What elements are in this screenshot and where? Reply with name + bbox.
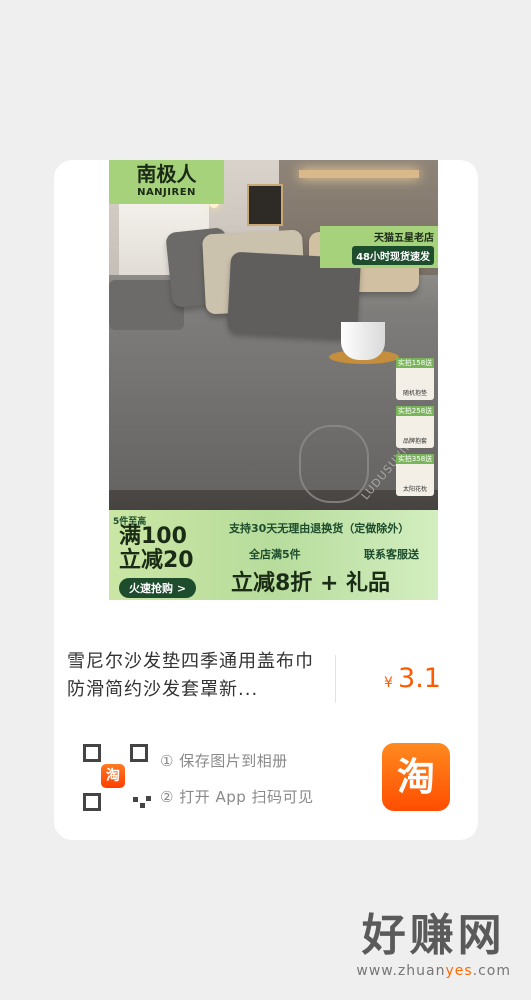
- taobao-logo-icon: 淘: [101, 764, 125, 788]
- watermark-url-highlight: yes: [445, 963, 473, 979]
- brand-logo: 南极人 NANJIREN: [109, 160, 224, 204]
- gift-name: 品牌抱套: [402, 438, 427, 445]
- divider: [335, 655, 336, 703]
- watermark-url-post: .com: [472, 963, 511, 979]
- promo-headline: 立减8折 + 礼品: [231, 571, 391, 596]
- product-share-card: LUDUSUVINN 南极人 NANJIREN 天猫五星老店 48小时现货速发 …: [54, 160, 478, 840]
- qr-finder: [130, 744, 148, 762]
- coffee-cup: [341, 322, 385, 360]
- gift-tag: 实拍358送: [396, 454, 434, 464]
- promo-banner: 5件至高 满100 立减20 火速抢购 > 支持30天无理由退换货（定做除外） …: [109, 510, 438, 600]
- promo-discount: 立减20: [119, 548, 194, 573]
- taobao-app-button[interactable]: 淘: [382, 743, 450, 811]
- photo-shelf: [299, 170, 419, 178]
- gift-name: 太阳花枕: [402, 486, 427, 493]
- qr-finder: [83, 793, 101, 811]
- price-currency: ¥: [384, 675, 393, 691]
- store-badge-label: 天猫五星老店: [374, 233, 434, 244]
- gift-item: 实拍358送 太阳花枕: [396, 454, 434, 496]
- qr-module: [140, 803, 145, 808]
- gift-tag: 实拍158送: [396, 358, 434, 368]
- watermark-logo: 好赚网: [361, 910, 506, 961]
- photo-frame: [247, 184, 283, 226]
- watermark: 好赚网 www.zhuanyes.com: [356, 910, 511, 980]
- watermark-url-pre: www.zhuan: [356, 963, 446, 979]
- store-badge: 天猫五星老店 48小时现货速发: [320, 226, 438, 268]
- qr-module: [133, 797, 138, 802]
- product-title[interactable]: 雪尼尔沙发垫四季通用盖布巾防滑简约沙发套罩新...: [67, 648, 322, 704]
- gift-item: 实拍158送 随机抱垫: [396, 358, 434, 400]
- gift-item: 实拍258送 品牌抱套: [396, 406, 434, 448]
- step-open-app: ② 打开 App 扫码可见: [160, 788, 314, 806]
- product-image[interactable]: LUDUSUVINN 南极人 NANJIREN 天猫五星老店 48小时现货速发 …: [109, 160, 438, 600]
- bear-emblem: [299, 425, 369, 503]
- qr-module: [146, 796, 151, 801]
- rush-buy-button[interactable]: 火速抢购 >: [119, 578, 197, 598]
- shipping-badge: 48小时现货速发: [352, 246, 434, 265]
- gift-list: 实拍158送 随机抱垫 实拍258送 品牌抱套 实拍358送 太阳花枕: [396, 358, 434, 502]
- qr-finder: [83, 744, 101, 762]
- watermark-url: www.zhuanyes.com: [356, 963, 511, 979]
- product-price: ¥ 3.1: [384, 663, 441, 694]
- brand-name-cn: 南极人: [136, 162, 197, 186]
- promo-sub-left: 全店满5件: [249, 548, 301, 561]
- step-save-image: ① 保存图片到相册: [160, 752, 288, 770]
- gift-name: 随机抱垫: [402, 390, 427, 397]
- promo-threshold: 满100: [119, 524, 187, 549]
- promo-sub-right: 联系客服送: [364, 548, 419, 561]
- gift-tag: 实拍258送: [396, 406, 434, 416]
- return-policy: 支持30天无理由退换货（定做除外）: [229, 522, 410, 535]
- brand-name-en: NANJIREN: [137, 187, 196, 198]
- price-value: 3.1: [398, 663, 441, 694]
- sofa-seat: [109, 310, 438, 510]
